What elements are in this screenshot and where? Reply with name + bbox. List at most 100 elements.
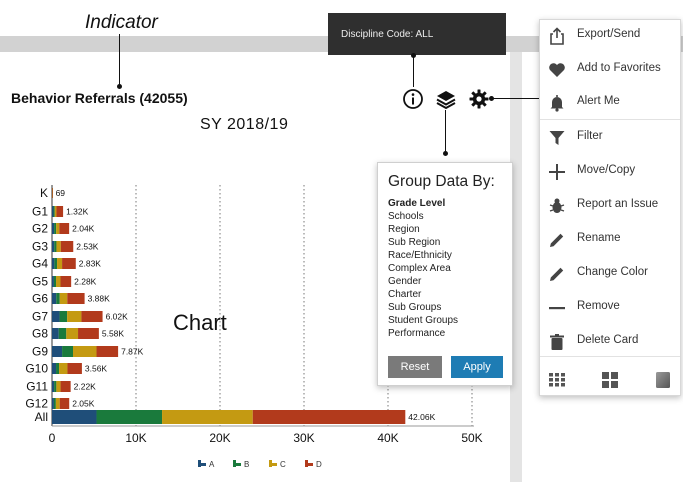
legend-swatch-b — [233, 463, 241, 466]
bar-value-label: 2.28K — [74, 277, 97, 287]
group-option[interactable]: Performance — [388, 328, 445, 339]
legend-swatch-c — [269, 463, 277, 466]
menu-item-rename[interactable]: Rename — [540, 226, 680, 254]
bar-segment-d — [56, 206, 64, 217]
apply-button[interactable]: Apply — [451, 356, 503, 378]
category-label: K — [40, 186, 48, 200]
bar-segment-b — [54, 381, 57, 392]
x-tick-label: 40K — [377, 431, 398, 445]
bar-value-label: 2.05K — [72, 399, 95, 409]
gear-pointer-dot — [489, 96, 494, 101]
bar-segment-c — [59, 363, 68, 374]
bar-value-label: 42.06K — [408, 412, 435, 422]
bar-value-label: 2.22K — [74, 382, 97, 392]
group-option[interactable]: Student Groups — [388, 315, 458, 326]
group-option[interactable]: Region — [388, 224, 420, 235]
minus-icon — [548, 299, 566, 317]
bar-segment-b — [59, 311, 68, 322]
bar-value-label: 3.88K — [88, 294, 111, 304]
annotation-indicator-dot — [117, 84, 122, 89]
bar-segment-c — [56, 381, 61, 392]
bar-segment-c — [56, 276, 61, 287]
bar-segment-d — [252, 410, 406, 424]
group-option[interactable]: Sub Groups — [388, 302, 441, 313]
bug-icon — [548, 197, 566, 215]
annotation-indicator-line — [119, 34, 120, 88]
group-option[interactable]: Grade Level — [388, 198, 445, 209]
menu-item-move-copy[interactable]: Move/Copy — [540, 158, 680, 186]
menu-item-label: Delete Card — [577, 334, 639, 346]
menu-item-report-an-issue[interactable]: Report an Issue — [540, 192, 680, 220]
tooltip-pointer-dot — [411, 53, 416, 58]
bar-segment-a — [52, 398, 54, 409]
legend-label: D — [316, 460, 322, 469]
bar-segment-a — [52, 276, 54, 287]
annotation-indicator: Indicator — [85, 12, 158, 33]
bar-segment-d — [59, 398, 70, 409]
bar-segment-c — [56, 241, 61, 252]
bar-segment-a — [52, 258, 55, 269]
card-subtitle: SY 2018/19 — [200, 116, 289, 133]
trash-icon — [548, 333, 566, 351]
group-option[interactable]: Schools — [388, 211, 424, 222]
menu-item-export-send[interactable]: Export/Send — [540, 22, 680, 50]
menu-item-label: Filter — [577, 130, 603, 142]
bar-segment-b — [56, 293, 60, 304]
menu-separator — [540, 356, 680, 357]
bar-segment-b — [96, 410, 163, 424]
category-label: G3 — [32, 240, 48, 254]
menu-item-remove[interactable]: Remove — [540, 294, 680, 322]
bar-segment-a — [52, 206, 54, 217]
bar-segment-a — [52, 311, 60, 322]
group-option[interactable]: Race/Ethnicity — [388, 250, 452, 261]
category-label: G7 — [32, 310, 48, 324]
layers-pointer-line — [445, 110, 446, 154]
filter-icon — [548, 129, 566, 147]
bar-segment-a — [52, 363, 57, 374]
menu-item-add-to-favorites[interactable]: Add to Favorites — [540, 56, 680, 84]
bar-value-label: 3.56K — [85, 364, 108, 374]
x-tick-label: 50K — [461, 431, 482, 445]
bar-segment-b — [53, 276, 57, 287]
bar-segment-d — [96, 346, 119, 357]
card-options-menu: Export/Send Add to Favorites Alert Me Filte… — [539, 19, 681, 396]
group-option[interactable]: Gender — [388, 276, 421, 287]
gear-icon[interactable] — [468, 88, 490, 110]
group-option[interactable]: Complex Area — [388, 263, 451, 274]
reset-button[interactable]: Reset — [388, 356, 442, 378]
bar-segment-d — [60, 276, 72, 287]
group-data-popup: Group Data By: Grade Level Schools Region S… — [377, 162, 513, 386]
menu-item-label: Add to Favorites — [577, 62, 661, 74]
menu-item-filter[interactable]: Filter — [540, 124, 680, 152]
bar-segment-d — [81, 311, 103, 322]
category-label: G5 — [32, 275, 48, 289]
bar-segment-a — [52, 223, 55, 234]
bar-segment-b — [54, 223, 57, 234]
bell-icon — [548, 94, 566, 112]
group-option[interactable]: Charter — [388, 289, 421, 300]
menu-item-change-color[interactable]: Change Color — [540, 260, 680, 288]
x-tick-label: 10K — [125, 431, 146, 445]
bar-segment-c — [162, 410, 253, 424]
grid-small-icon[interactable] — [549, 373, 565, 387]
info-icon[interactable] — [402, 88, 424, 110]
bar-segment-d — [60, 241, 74, 252]
menu-item-delete-card[interactable]: Delete Card — [540, 328, 680, 356]
bar-segment-a — [52, 293, 57, 304]
layers-icon[interactable] — [435, 88, 457, 110]
group-option[interactable]: Sub Region — [388, 237, 440, 248]
bar-segment-c — [57, 258, 63, 269]
plus-icon — [548, 163, 566, 181]
pencil-icon — [548, 231, 566, 249]
bar-value-label: 2.04K — [72, 224, 95, 234]
bar-value-label: 2.53K — [76, 242, 99, 252]
bar-value-label: 69 — [56, 188, 66, 198]
category-label: All — [35, 410, 48, 424]
x-tick-label: 0 — [49, 431, 56, 445]
grid-large-icon[interactable] — [602, 372, 618, 388]
category-label: G9 — [32, 345, 48, 359]
export-icon — [548, 27, 566, 45]
bar-segment-c — [59, 293, 68, 304]
menu-item-alert-me[interactable]: Alert Me — [540, 89, 680, 117]
square-icon[interactable] — [656, 372, 670, 388]
